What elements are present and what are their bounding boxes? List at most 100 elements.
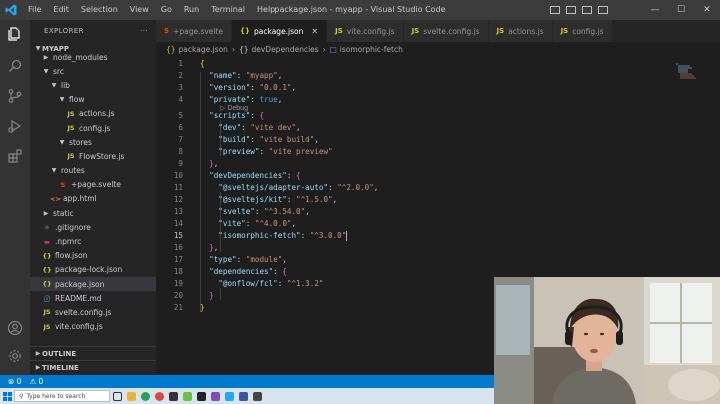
file-item[interactable]: <> app.html [30,192,156,206]
settings-gear-icon[interactable] [5,346,25,366]
app-icon[interactable] [250,388,264,404]
folder-item[interactable]: ▼ stores [30,135,156,149]
chevron-right-icon: › [231,44,235,54]
taskbar-search-placeholder: Type here to search [26,392,86,400]
explorer-app-icon[interactable] [124,388,138,404]
customize-layout-icon[interactable] [598,6,608,14]
code-token: "type" [209,255,237,264]
file-item[interactable]: {} flow.json [30,249,156,263]
menu-help[interactable]: Help [251,0,281,20]
file-tree: ▶ node_modules ▼ src ▼ lib ▼ flow JS actions.js JS… [30,50,156,334]
folder-item[interactable]: ▼ lib [30,78,156,92]
file-item[interactable]: JS config.js [30,121,156,135]
folder-item[interactable]: ▼ src [30,64,156,78]
file-item[interactable]: ⓘ README.md [30,291,156,305]
outline-section[interactable]: ▶ OUTLINE [30,346,156,360]
tab-package-json[interactable]: {} package.json ✕ [232,20,328,42]
code-text: "vite": "^4.0.0", [200,218,296,230]
taskbar-search[interactable]: ⚲ Type here to search [14,390,110,402]
run-debug-icon[interactable] [5,116,25,136]
app-icon[interactable] [208,388,222,404]
toggle-secondary-sidebar-icon[interactable] [582,6,592,14]
account-icon[interactable] [5,318,25,338]
toggle-panel-icon[interactable] [566,6,576,14]
code-text: "svelte": "^3.54.0", [200,206,309,218]
file-item[interactable]: S +page.svelte [30,178,156,192]
search-icon[interactable] [5,56,25,76]
tab-label: actions.js [508,26,544,36]
close-icon[interactable]: ✕ [311,27,318,36]
code-token: "dependencies" [209,267,274,276]
file-item[interactable]: JS svelte.config.js [30,305,156,319]
extensions-icon[interactable] [5,146,25,166]
windows-start-icon[interactable] [0,388,14,404]
tab-svelte-config-js[interactable]: JS svelte.config.js [403,20,489,42]
errors-indicator[interactable]: ⊗ 0 [8,377,21,386]
menu-view[interactable]: View [124,0,155,20]
app-icon[interactable] [180,388,194,404]
breadcrumb-node[interactable]: devDependencies [251,45,318,54]
menu-selection[interactable]: Selection [75,0,124,20]
json-file-icon: {} [42,280,52,289]
folder-item[interactable]: ▶ node_modules [30,50,156,64]
svelte-file-icon: S [60,180,66,189]
menu-terminal[interactable]: Terminal [205,0,251,20]
code-text: { [200,58,205,70]
minimap[interactable] [674,60,714,100]
folder-item[interactable]: ▼ routes [30,164,156,178]
chevron-down-icon: ▼ [43,67,49,75]
app-icon[interactable] [236,388,250,404]
code-token: : [328,183,338,192]
file-item[interactable]: {} package-lock.json [30,263,156,277]
tab-vite-config-js[interactable]: JS vite.config.js [327,20,404,42]
file-item[interactable]: ◆ .gitignore [30,220,156,234]
chevron-right-icon: ▶ [35,364,41,371]
breadcrumb-file[interactable]: package.json [179,45,228,54]
file-item[interactable]: JS FlowStore.js [30,149,156,163]
tab-actions-js[interactable]: JS actions.js [488,20,553,42]
maximize-button[interactable]: ☐ [668,0,694,20]
editor-tabs: S +page.svelte{} package.json ✕ JS vite.confi… [156,20,720,42]
close-window-button[interactable]: ✕ [694,0,720,20]
file-item[interactable]: {} package.json [30,277,156,292]
timeline-section[interactable]: ▶ TIMELINE [30,360,156,374]
menu-run[interactable]: Run [178,0,205,20]
file-item[interactable]: ▬ .npmrc [30,234,156,248]
browser-app-icon[interactable] [138,388,152,404]
code-token: "@sveltejs/kit" [218,195,287,204]
folder-item[interactable]: ▶ static [30,206,156,220]
object-icon: {} [238,44,249,54]
menu-go[interactable]: Go [155,0,178,20]
chrome-app-icon[interactable] [152,388,166,404]
tree-item-label: README.md [55,293,102,303]
tab-config-js[interactable]: JS config.js [552,20,613,42]
code-token: "^3.0.0" [309,231,347,240]
warnings-indicator[interactable]: ⚠ 0 [29,377,43,386]
chevron-down-icon: ▼ [51,167,57,175]
toggle-sidebar-icon[interactable] [550,6,560,14]
code-text: } [200,302,205,314]
line-number: 16 [173,243,183,252]
file-item[interactable]: JS vite.config.js [30,320,156,334]
task-view-icon[interactable] [110,388,124,404]
more-actions-icon[interactable]: ··· [140,27,148,35]
breadcrumb-leaf[interactable]: isomorphic-fetch [340,45,403,54]
source-control-icon[interactable] [5,86,25,106]
minimize-button[interactable]: — [642,0,668,20]
menu-edit[interactable]: Edit [47,0,75,20]
explorer-icon[interactable] [5,24,25,44]
file-item[interactable]: JS actions.js [30,107,156,121]
menu-file[interactable]: File [22,0,47,20]
folder-item[interactable]: ▼ flow [30,93,156,107]
tab-page-svelte[interactable]: S +page.svelte [156,20,233,42]
vscode-app-icon[interactable] [222,388,236,404]
app-icon[interactable] [194,388,208,404]
app-icon[interactable] [166,388,180,404]
chevron-down-icon: ▼ [59,138,65,146]
code-token: , [291,219,297,228]
code-token: : [254,207,265,216]
code-token: , [291,83,297,92]
